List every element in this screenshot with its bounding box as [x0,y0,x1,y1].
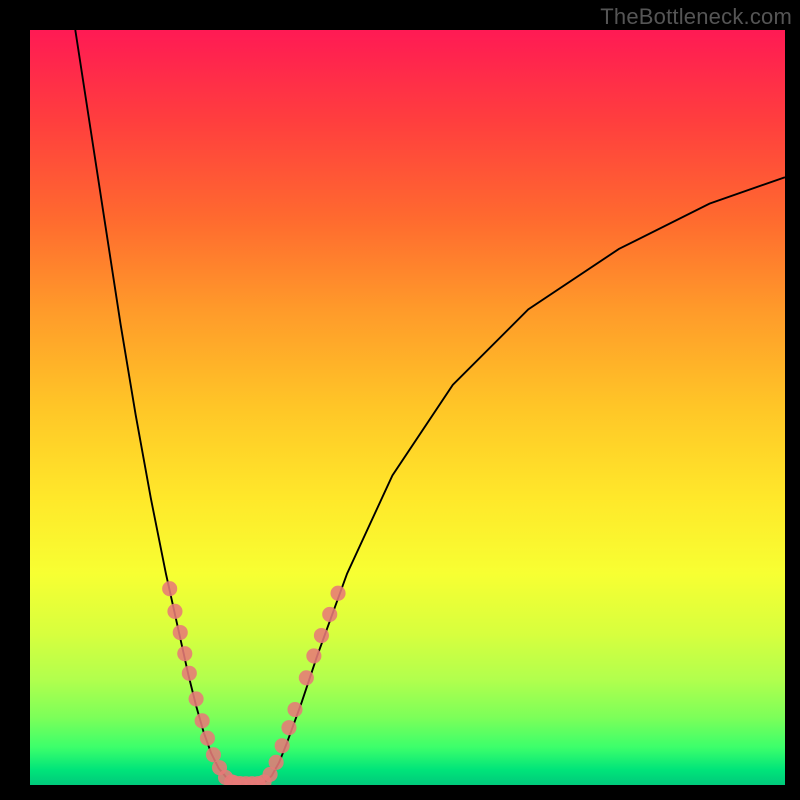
data-dot [314,628,329,643]
dots-bottom [226,775,265,785]
data-dot [287,702,302,717]
chart-svg [30,30,785,785]
dots-left [162,581,239,785]
data-dot [200,731,215,746]
watermark-text: TheBottleneck.com [600,4,792,30]
data-dot [189,691,204,706]
data-dot [330,586,345,601]
data-dot [299,670,314,685]
data-dot [322,607,337,622]
data-dot [269,755,284,770]
bottleneck-chart [30,30,785,785]
right-curve [264,177,785,783]
left-curve [75,30,234,783]
data-dot [167,604,182,619]
data-dot [206,747,221,762]
data-dot [162,581,177,596]
data-dot [275,738,290,753]
data-dot [195,713,210,728]
data-dot [173,625,188,640]
data-dot [306,648,321,663]
data-dot [177,646,192,661]
data-dot [281,720,296,735]
dots-right [257,586,346,785]
data-dot [182,666,197,681]
